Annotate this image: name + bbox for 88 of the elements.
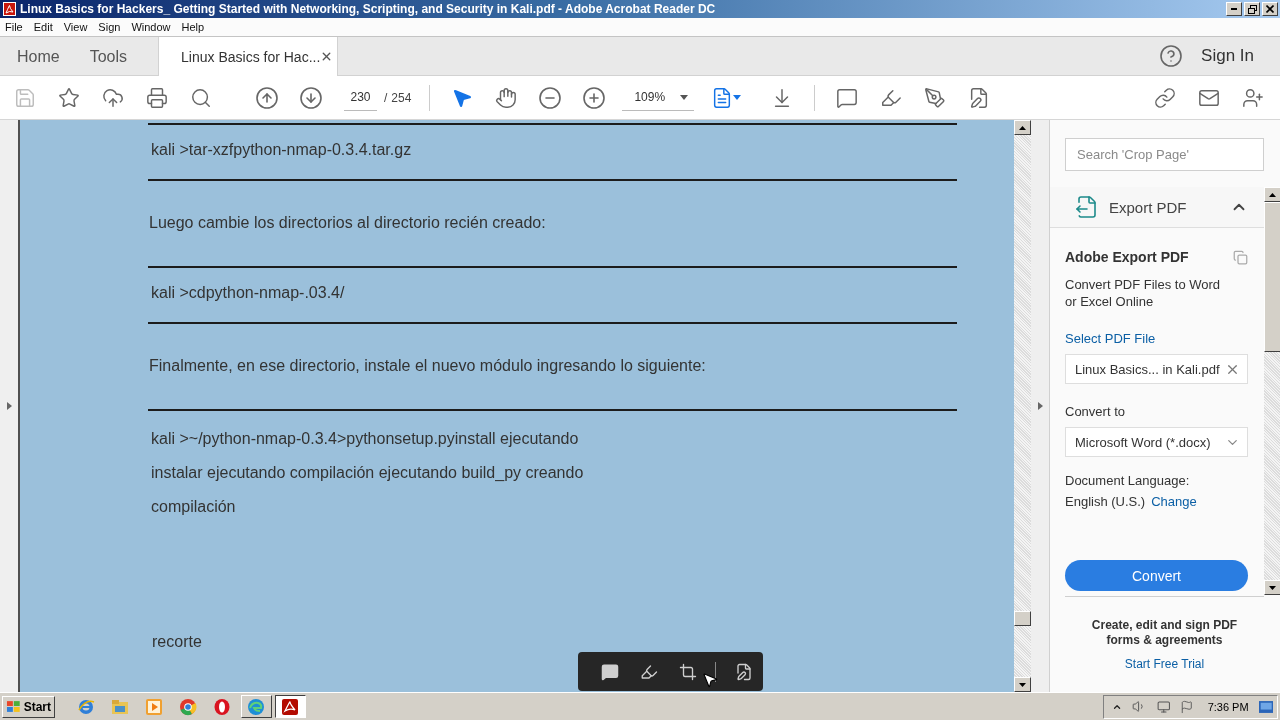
expand-arrow-icon <box>6 402 12 410</box>
search-field[interactable]: Search 'Crop Page' <box>1065 138 1264 171</box>
desktop-icon[interactable] <box>1258 699 1273 714</box>
o-logo-icon[interactable] <box>213 697 231 716</box>
arrow-up-circle-icon[interactable] <box>255 85 279 110</box>
scroll-thumb[interactable] <box>1264 202 1280 352</box>
menu-item[interactable]: View <box>63 21 88 33</box>
field-label: Document Language: <box>1065 472 1191 489</box>
code-line: kali >~/python-nmap-0.3.4>pythonsetup.pyinstall ejecutando <box>151 429 580 449</box>
search-icon[interactable] <box>190 86 212 109</box>
crop-icon[interactable] <box>678 662 697 681</box>
file-export-icon <box>1075 195 1099 219</box>
free-trial-link[interactable]: Start Free Trial <box>1124 657 1205 671</box>
code-line: compilación <box>151 497 237 517</box>
code-line: kali >cdpython-nmap-.03.4/ <box>151 283 346 303</box>
scroll-thumb[interactable] <box>1014 611 1031 626</box>
scroll-up-icon <box>1269 192 1276 197</box>
caption-text: recorte <box>151 632 203 652</box>
tab[interactable]: Home <box>2 37 75 76</box>
language-value: English (U.S.) <box>1065 493 1146 510</box>
file-field[interactable]: Linux Basics... in Kali.pdf <box>1065 354 1248 384</box>
flag-icon[interactable] <box>1180 698 1194 715</box>
scrollbar[interactable] <box>1014 120 1031 692</box>
field-label: Convert to <box>1065 403 1126 420</box>
close-icon <box>1266 5 1274 13</box>
cloud-upload-icon[interactable] <box>102 86 124 109</box>
taskbar-button[interactable] <box>274 695 306 718</box>
select-file-link[interactable]: Select PDF File <box>1065 331 1156 346</box>
scroll-down-icon <box>1269 585 1276 590</box>
caret-icon <box>680 94 689 100</box>
panel-heading: Adobe Export PDF <box>1065 248 1189 266</box>
restore-icon <box>1247 4 1257 14</box>
hand-icon <box>495 86 518 109</box>
page-total: 254 <box>391 90 412 105</box>
file-name: Linux Basics... in Kali.pdf <box>1075 361 1220 377</box>
convert-button[interactable]: Convert <box>1065 560 1248 591</box>
tab[interactable]: Tools <box>74 37 143 76</box>
clock[interactable]: 7:36 PM <box>1207 700 1249 713</box>
help-icon[interactable] <box>1159 44 1184 68</box>
pen-nib-icon[interactable] <box>924 86 947 109</box>
menu-item[interactable]: Window <box>131 21 171 33</box>
cursor-icon <box>701 671 719 689</box>
monitor-icon[interactable] <box>1156 698 1171 715</box>
page-separator: / <box>384 90 388 105</box>
paragraph: Finalmente, en ese directorio, instale el nuevo módulo ingresando lo siguiente: <box>148 356 707 376</box>
promo-text: Create, edit and sign PDF forms & agreements <box>1090 618 1239 648</box>
paragraph: Luego cambie los directorios al directorio recién creado: <box>148 213 547 233</box>
ring-logo-icon[interactable] <box>179 697 197 716</box>
scroll-up-icon <box>1019 125 1026 130</box>
menu-item[interactable]: File <box>5 21 23 33</box>
section-title: Export PDF <box>1109 198 1188 216</box>
pdf-logo-icon[interactable] <box>281 697 299 716</box>
caret-icon <box>733 95 742 100</box>
expand-arrow-icon <box>1037 402 1043 410</box>
add-user-icon[interactable] <box>1242 86 1264 109</box>
restore-button[interactable] <box>1244 2 1260 16</box>
menu-item[interactable]: Edit <box>33 21 53 33</box>
minimize-button[interactable] <box>1226 2 1242 16</box>
sign-in-button[interactable]: Sign In <box>1201 46 1254 66</box>
minimize-icon <box>1231 8 1237 10</box>
pdf-logo-icon <box>3 2 16 16</box>
zoom-in-icon[interactable] <box>582 85 607 110</box>
menu-item[interactable]: Help <box>181 21 205 33</box>
zoom-out-icon[interactable] <box>538 85 563 110</box>
code-line: instalar ejecutando compilación ejecutando build_py creando <box>151 463 585 483</box>
arrow-down-circle-icon[interactable] <box>299 85 323 110</box>
code-line: kali >tar-xzfpython-nmap-0.3.4.tar.gz <box>151 140 413 160</box>
page-number-field[interactable]: 230 <box>344 84 377 111</box>
description-text: Convert PDF Files to Word or Excel Online <box>1065 276 1222 310</box>
close-button[interactable] <box>1262 2 1278 16</box>
tab[interactable]: Linux Basics for Hac... <box>158 37 339 76</box>
windows-logo-icon <box>6 699 22 714</box>
printer-icon[interactable] <box>146 86 168 109</box>
scrollbar[interactable] <box>1264 187 1280 595</box>
e-logo-icon[interactable] <box>77 697 95 716</box>
window-title: Linux Basics for Hackers_ Getting Started with Networking, Scripting, and Security in Kali.pdf - Adobe Acrobat Reader DC <box>20 2 717 16</box>
scroll-down-icon <box>1019 682 1026 687</box>
highlighter-icon[interactable] <box>640 662 659 681</box>
comment-icon[interactable] <box>836 86 859 109</box>
file-pen-icon[interactable] <box>734 662 753 681</box>
link-icon[interactable] <box>1154 86 1176 109</box>
comment-icon[interactable] <box>601 662 620 681</box>
change-link[interactable]: Change <box>1151 493 1197 510</box>
start-button[interactable]: Start <box>2 695 55 718</box>
star-icon[interactable] <box>58 86 80 109</box>
zoom-field[interactable]: 109% <box>622 84 695 111</box>
menu-item[interactable]: Sign <box>98 21 121 33</box>
format-dropdown[interactable]: Microsoft Word (*.docx) <box>1065 427 1248 457</box>
